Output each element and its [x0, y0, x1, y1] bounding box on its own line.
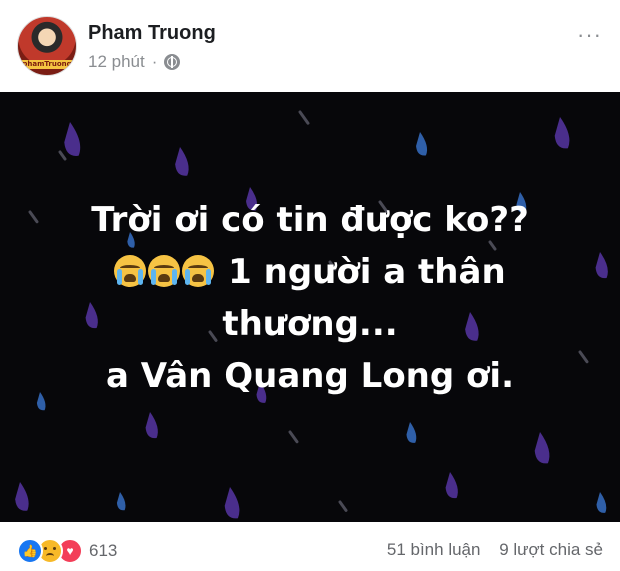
raindrop	[554, 117, 570, 149]
post-meta: 12 phút ·	[88, 52, 181, 72]
message-line-2: 1 người a thân	[0, 246, 620, 298]
rain-streak	[288, 430, 299, 444]
crying-emoji-icon	[148, 255, 181, 287]
raindrop	[116, 492, 126, 511]
raindrop	[534, 432, 550, 464]
raindrop	[145, 412, 158, 439]
globe-icon[interactable]	[164, 54, 181, 70]
raindrop	[224, 487, 240, 519]
reaction-summary[interactable]: 👍 ♥ 613	[17, 538, 117, 564]
meta-separator: ·	[151, 52, 158, 71]
author-name[interactable]: Pham Truong	[88, 22, 216, 45]
raindrop	[596, 492, 607, 513]
message-line-1: Trời ơi có tin được ko??	[91, 200, 529, 240]
more-options-button[interactable]: ···	[577, 22, 602, 48]
message-line-3: thương...	[222, 304, 398, 344]
crying-emoji-icon	[114, 255, 147, 287]
post-time[interactable]: 12 phút	[88, 52, 145, 72]
rain-streak	[58, 150, 67, 161]
message-line-2-text: 1 người a thân	[228, 252, 506, 292]
engagement-counts: 51 bình luận 9 lượt chia sẻ	[387, 540, 603, 560]
rain-streak	[338, 500, 348, 512]
raindrop	[175, 147, 189, 176]
post-footer: 👍 ♥ 613 51 bình luận 9 lượt chia sẻ	[0, 522, 620, 571]
raindrop	[445, 472, 458, 499]
crying-emoji-icon	[182, 255, 215, 287]
reaction-count[interactable]: 613	[89, 541, 117, 561]
post-header: phamTruong Pham Truong 12 phút · ···	[0, 0, 620, 92]
like-reaction-icon: 👍	[17, 538, 43, 564]
raindrop	[406, 422, 417, 443]
post-message: Trời ơi có tin được ko?? 1 người a thân …	[0, 194, 620, 402]
comment-count[interactable]: 51 bình luận	[387, 540, 481, 559]
raindrop	[15, 482, 29, 511]
raindrop	[416, 132, 428, 156]
rain-streak	[298, 110, 310, 125]
raindrop	[64, 122, 81, 156]
message-line-4: a Vân Quang Long ơi.	[106, 356, 514, 396]
share-count[interactable]: 9 lượt chia sẻ	[499, 540, 603, 559]
post-image[interactable]: Trời ơi có tin được ko?? 1 người a thân …	[0, 92, 620, 522]
author-avatar[interactable]: phamTruong	[17, 16, 77, 76]
avatar-label: phamTruong	[22, 60, 72, 69]
